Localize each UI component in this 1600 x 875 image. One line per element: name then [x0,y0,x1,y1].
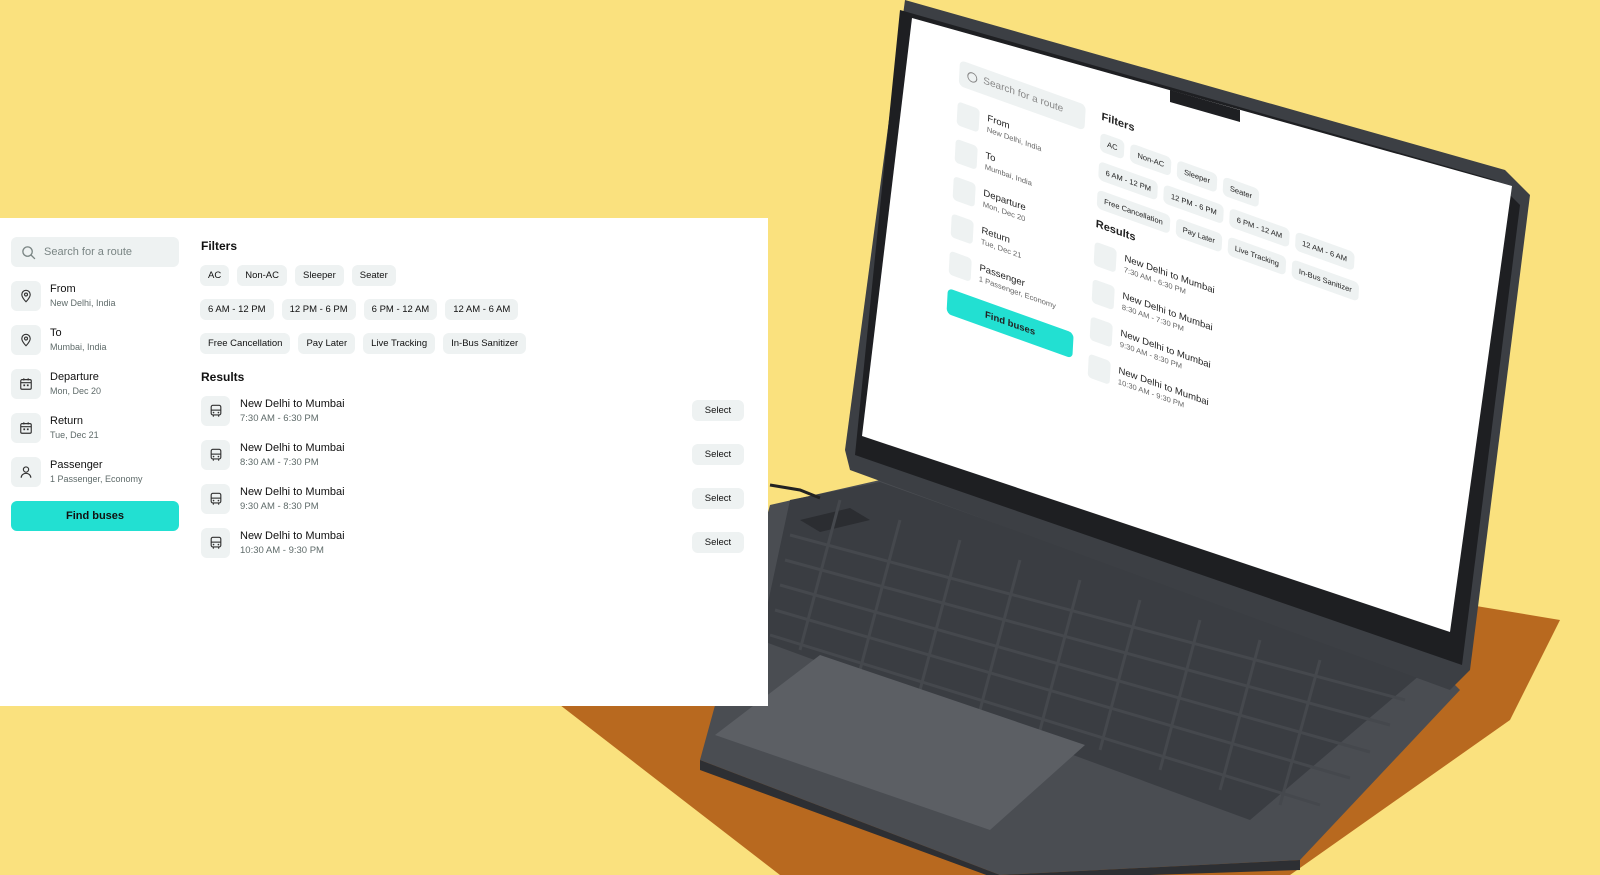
sidebar-item-title: From [50,283,76,295]
search-input[interactable] [44,246,164,258]
bus-icon [201,396,230,426]
location-pin-icon [11,325,41,355]
trip-details: From New Delhi, India To Mumbai, India D… [11,277,179,497]
filter-chip-ac[interactable]: AC [200,265,230,286]
select-button[interactable]: Select [692,488,744,509]
filter-chip-sleeper[interactable]: Sleeper [295,265,344,286]
result-time: 8:30 AM - 7:30 PM [240,457,319,468]
sidebar-item-to[interactable]: To Mumbai, India [11,321,179,365]
result-row: New Delhi to Mumbai 9:30 AM - 8:30 PM Se… [200,484,744,516]
filter-chip-time[interactable]: 12 AM - 6 AM [445,299,519,320]
sidebar-item-subtitle: Mumbai, India [50,342,107,352]
bus-icon [201,484,230,514]
sidebar-item-departure[interactable]: Departure Mon, Dec 20 [11,365,179,409]
filter-row-bus-type: AC Non-AC Sleeper Seater [200,265,396,286]
user-icon [11,457,41,487]
sidebar-item-passenger[interactable]: Passenger 1 Passenger, Economy [11,453,179,497]
filter-chip-time[interactable]: 6 AM - 12 PM [200,299,274,320]
bus-icon [201,528,230,558]
filter-chip-sanitizer[interactable]: In-Bus Sanitizer [443,333,527,354]
result-time: 10:30 AM - 9:30 PM [240,545,324,556]
filter-chip-seater[interactable]: Seater [351,265,396,286]
select-button[interactable]: Select [692,400,744,421]
select-button[interactable]: Select [692,532,744,553]
result-time: 9:30 AM - 8:30 PM [240,501,319,512]
sidebar-item-subtitle: Mon, Dec 20 [50,386,102,396]
search-box[interactable] [11,237,179,267]
sidebar-item-title: Passenger [50,459,103,471]
filter-chip-time[interactable]: 6 PM - 12 AM [363,299,438,320]
sidebar-item-title: Return [50,415,84,427]
filter-chip-non-ac[interactable]: Non-AC [237,265,287,286]
filter-chip-time[interactable]: 12 PM - 6 PM [281,299,356,320]
select-button[interactable]: Select [692,444,744,465]
bus-icon [201,440,230,470]
filter-row-features: Free Cancellation Pay Later Live Trackin… [200,333,527,354]
result-row: New Delhi to Mumbai 10:30 AM - 9:30 PM S… [200,528,744,560]
filter-chip-pay-later[interactable]: Pay Later [298,333,356,354]
filter-row-time: 6 AM - 12 PM 12 PM - 6 PM 6 PM - 12 AM 1… [200,299,519,320]
result-time: 7:30 AM - 6:30 PM [240,413,319,424]
sidebar-item-subtitle: Tue, Dec 21 [50,430,99,440]
location-pin-icon [11,281,41,311]
result-route: New Delhi to Mumbai [240,398,345,410]
sidebar-item-subtitle: 1 Passenger, Economy [50,474,143,484]
bus-booking-app: From New Delhi, India To Mumbai, India D… [0,218,768,706]
result-route: New Delhi to Mumbai [240,486,345,498]
find-buses-button[interactable]: Find buses [11,501,179,531]
results-title: Results [201,370,245,384]
result-row: New Delhi to Mumbai 7:30 AM - 6:30 PM Se… [200,396,744,428]
filter-chip-free-cancellation[interactable]: Free Cancellation [200,333,291,354]
sidebar-item-title: To [50,327,62,339]
sidebar-item-from[interactable]: From New Delhi, India [11,277,179,321]
result-route: New Delhi to Mumbai [240,530,345,542]
sidebar-item-title: Departure [50,371,99,383]
calendar-icon [11,369,41,399]
filters-title: Filters [201,239,238,253]
result-row: New Delhi to Mumbai 8:30 AM - 7:30 PM Se… [200,440,744,472]
search-icon [21,245,36,260]
sidebar-item-subtitle: New Delhi, India [50,298,116,308]
calendar-icon [11,413,41,443]
sidebar-item-return[interactable]: Return Tue, Dec 21 [11,409,179,453]
filter-chip-live-tracking[interactable]: Live Tracking [363,333,436,354]
result-route: New Delhi to Mumbai [240,442,345,454]
